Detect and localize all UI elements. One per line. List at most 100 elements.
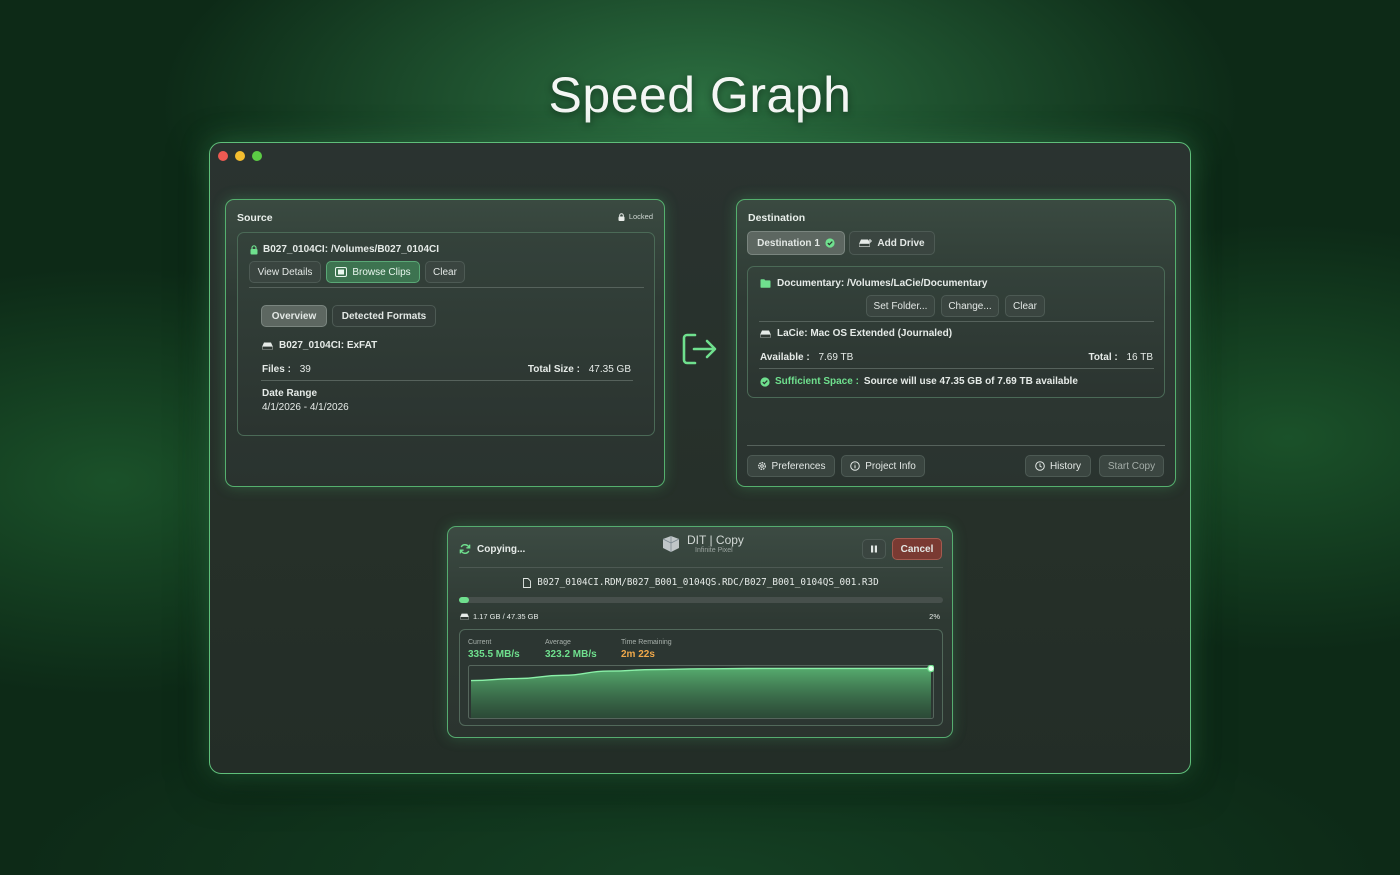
preferences-button[interactable]: Preferences xyxy=(747,455,835,477)
destination-divider xyxy=(759,321,1154,322)
history-button[interactable]: History xyxy=(1025,455,1091,477)
tab-destination-1[interactable]: Destination 1 xyxy=(747,231,845,255)
copy-progress-fill xyxy=(459,597,469,603)
destination-title: Destination xyxy=(748,212,806,224)
view-details-button[interactable]: View Details xyxy=(249,261,321,283)
destination-clear-button[interactable]: Clear xyxy=(1005,295,1045,317)
speed-current-point xyxy=(927,665,934,673)
lock-icon xyxy=(250,244,258,254)
source-clear-button[interactable]: Clear xyxy=(425,261,465,283)
stat-current: Current 335.5 MB/s xyxy=(468,639,520,660)
document-icon xyxy=(523,577,532,588)
total-size-label: Total Size : xyxy=(527,364,580,375)
browse-clips-button[interactable]: Browse Clips xyxy=(326,261,420,283)
check-circle-icon xyxy=(825,238,835,248)
total-label: Total : xyxy=(1088,352,1118,363)
tab-overview[interactable]: Overview xyxy=(261,305,327,327)
destination-drive-row: LaCie: Mac OS Extended (Journaled) xyxy=(760,328,952,339)
folder-icon xyxy=(760,279,771,288)
zoom-window-button[interactable] xyxy=(252,151,262,161)
add-drive-button[interactable]: Add Drive xyxy=(849,231,935,255)
stat-remaining: Time Remaining 2m 22s xyxy=(621,639,672,660)
files-label: Files : xyxy=(262,364,291,375)
lock-icon xyxy=(618,212,625,221)
drive-plus-icon xyxy=(859,238,873,247)
tab-destination-1-label: Destination 1 xyxy=(757,237,820,249)
copy-progress-bar xyxy=(459,597,943,603)
destination-path-row: Documentary: /Volumes/LaCie/Documentary xyxy=(760,278,987,289)
drive-icon xyxy=(460,613,469,620)
info-icon xyxy=(850,461,861,471)
sync-icon xyxy=(459,544,471,554)
browse-clips-label: Browse Clips xyxy=(352,266,411,278)
cancel-label: Cancel xyxy=(900,543,934,555)
app-logo: DIT | Copy Infinite Pixel xyxy=(660,534,744,554)
speed-area xyxy=(471,668,931,718)
logo-subtitle: Infinite Pixel xyxy=(695,547,733,554)
stat-average-value: 323.2 MB/s xyxy=(545,649,597,660)
files-value: 39 xyxy=(299,364,311,375)
space-value: Source will use 47.35 GB of 7.69 TB avai… xyxy=(863,376,1078,387)
total-value: 16 TB xyxy=(1126,352,1154,363)
source-drive-row: B027_0104CI: ExFAT xyxy=(262,340,377,351)
pause-button[interactable] xyxy=(862,539,886,559)
locked-indicator: Locked xyxy=(618,212,653,221)
space-row: Sufficient Space : Source will use 47.35… xyxy=(760,376,1078,387)
available-label: Available : xyxy=(760,352,810,363)
date-range-value: 4/1/2026 - 4/1/2026 xyxy=(262,402,349,413)
total-row: Total : 16 TB xyxy=(1088,352,1153,363)
destination-drive-label: LaCie: Mac OS Extended (Journaled) xyxy=(777,328,953,339)
close-window-button[interactable] xyxy=(218,151,228,161)
copying-status: Copying... xyxy=(459,543,525,555)
minimize-window-button[interactable] xyxy=(235,151,245,161)
set-folder-button[interactable]: Set Folder... xyxy=(866,295,935,317)
page-headline: Speed Graph xyxy=(548,67,852,123)
files-divider xyxy=(261,380,633,381)
copied-row: 1.17 GB / 47.35 GB xyxy=(460,612,538,621)
footer-divider xyxy=(747,445,1165,446)
preferences-label: Preferences xyxy=(771,460,826,472)
files-row: Files : 39 xyxy=(262,364,311,375)
change-label: Change... xyxy=(948,300,992,312)
available-value: 7.69 TB xyxy=(818,352,854,363)
cancel-button[interactable]: Cancel xyxy=(892,538,942,560)
stat-current-label: Current xyxy=(468,639,492,646)
source-title: Source xyxy=(237,212,273,224)
gear-icon xyxy=(757,462,766,470)
destination-clear-label: Clear xyxy=(1013,300,1037,312)
start-copy-label: Start Copy xyxy=(1107,460,1156,472)
logo-icon xyxy=(662,536,680,552)
copying-panel: Copying... DIT | Copy Infinite Pixel Can… xyxy=(447,526,953,738)
total-size-value: 47.35 GB xyxy=(588,364,631,375)
source-path-row: B027_0104CI: /Volumes/B027_0104CI xyxy=(250,244,439,255)
logo-title: DIT | Copy xyxy=(687,533,744,547)
window-controls xyxy=(218,151,262,161)
copying-status-label: Copying... xyxy=(477,543,526,555)
change-button[interactable]: Change... xyxy=(941,295,999,317)
pause-icon xyxy=(871,545,877,553)
destination-path-label: Documentary: /Volumes/LaCie/Documentary xyxy=(777,278,988,289)
history-label: History xyxy=(1049,460,1082,472)
space-label: Sufficient Space : xyxy=(775,376,859,387)
stat-current-value: 335.5 MB/s xyxy=(468,649,520,660)
copied-label: 1.17 GB / 47.35 GB xyxy=(473,612,539,621)
drive-icon xyxy=(262,342,273,349)
set-folder-label: Set Folder... xyxy=(873,300,928,312)
stat-average: Average 323.2 MB/s xyxy=(545,639,597,660)
stat-average-label: Average xyxy=(545,639,571,646)
view-details-label: View Details xyxy=(257,266,313,278)
total-size-row: Total Size : 47.35 GB xyxy=(528,364,631,375)
date-range-label: Date Range xyxy=(262,388,318,399)
project-info-button[interactable]: Project Info xyxy=(841,455,925,477)
locked-label: Locked xyxy=(628,212,653,221)
stat-remaining-label: Time Remaining xyxy=(621,639,672,646)
start-copy-button[interactable]: Start Copy xyxy=(1099,455,1164,477)
percent-label: 2% xyxy=(929,612,940,621)
tab-detected-formats[interactable]: Detected Formats xyxy=(332,305,436,327)
source-path-label: B027_0104CI: /Volumes/B027_0104CI xyxy=(263,244,440,255)
file-path-label: B027_0104CI.RDM/B027_B001_0104QS.RDC/B02… xyxy=(537,577,879,588)
speed-graph xyxy=(468,665,934,719)
destination-card: Documentary: /Volumes/LaCie/Documentary … xyxy=(747,266,1165,398)
stat-remaining-value: 2m 22s xyxy=(621,649,655,660)
add-drive-label: Add Drive xyxy=(877,237,925,249)
